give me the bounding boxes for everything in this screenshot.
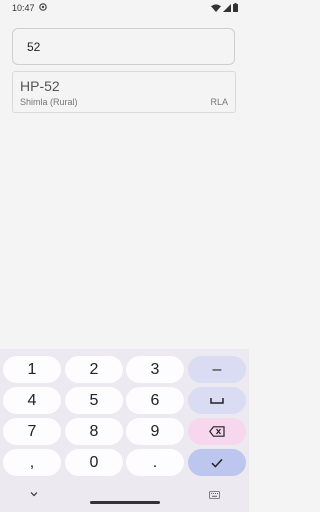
backspace-icon	[209, 426, 225, 437]
key-9[interactable]: 9	[126, 418, 184, 445]
key-3[interactable]: 3	[126, 356, 184, 383]
wifi-icon	[211, 3, 221, 12]
key-enter[interactable]	[188, 449, 246, 476]
checkmark-icon	[211, 458, 223, 468]
result-code: HP-52	[20, 78, 60, 94]
signal-icon	[223, 3, 231, 12]
result-district: Shimla (Rural)	[20, 97, 78, 107]
search-input[interactable]	[27, 38, 217, 56]
key-comma[interactable]: ,	[3, 449, 61, 476]
notification-icon	[39, 3, 47, 11]
key-0[interactable]: 0	[65, 449, 123, 476]
result-abbreviation: RLA	[210, 97, 228, 107]
key-period[interactable]: .	[126, 449, 184, 476]
key-space[interactable]	[188, 387, 246, 414]
result-list-item[interactable]: HP-52 Shimla (Rural) RLA	[12, 71, 236, 113]
chevron-down-icon[interactable]	[29, 490, 39, 498]
key-4[interactable]: 4	[3, 387, 61, 414]
status-time: 10:47	[12, 3, 35, 13]
status-icons	[211, 3, 238, 12]
key-delete[interactable]	[188, 418, 246, 445]
navigation-bar	[0, 487, 249, 512]
key-6[interactable]: 6	[126, 387, 184, 414]
battery-icon	[233, 3, 238, 12]
key-2[interactable]: 2	[65, 356, 123, 383]
keyboard-icon[interactable]	[209, 491, 220, 499]
key-8[interactable]: 8	[65, 418, 123, 445]
home-handle[interactable]	[90, 501, 160, 504]
space-icon	[210, 398, 224, 404]
key-7[interactable]: 7	[3, 418, 61, 445]
key-1[interactable]: 1	[3, 356, 61, 383]
key-5[interactable]: 5	[65, 387, 123, 414]
search-field[interactable]	[12, 28, 235, 65]
status-bar: 10:47	[0, 0, 249, 16]
key-minus[interactable]: –	[188, 356, 246, 383]
